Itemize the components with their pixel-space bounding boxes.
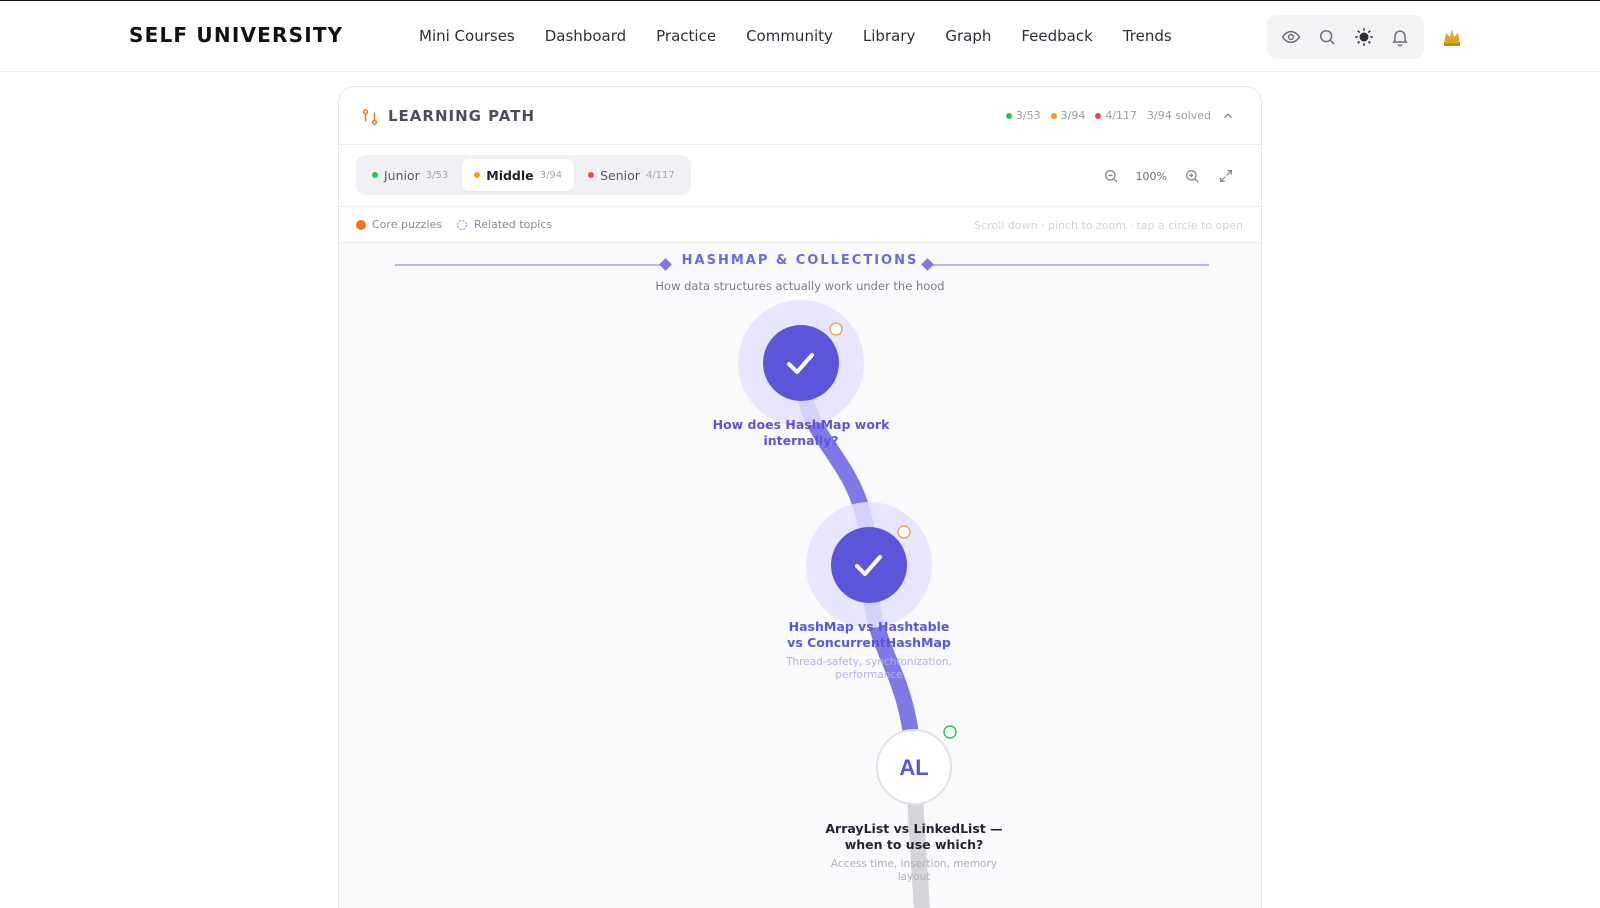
node-1-circle[interactable] xyxy=(763,325,839,401)
user-avatar-icon[interactable] xyxy=(1438,23,1466,51)
interaction-hint: Scroll down · pinch to zoom · tap a circ… xyxy=(974,219,1243,232)
learning-path-panel: LEARNING PATH 3/53 3/94 4/117 3/94 solve… xyxy=(338,86,1262,908)
top-bar: SELF UNIVERSITY Mini Courses Dashboard P… xyxy=(0,0,1600,72)
eye-icon[interactable] xyxy=(1278,24,1304,50)
stat-middle: 3/94 xyxy=(1050,109,1085,122)
node-3-indicator xyxy=(943,725,957,739)
search-icon[interactable] xyxy=(1314,24,1340,50)
level-bar: Junior 3/53 Middle 3/94 Senior 4/117 100% xyxy=(339,145,1261,207)
zoom-out-icon[interactable] xyxy=(1102,167,1120,185)
section-title: HASHMAP & COLLECTIONS xyxy=(681,253,919,268)
zoom-controls: 100% xyxy=(1102,167,1235,185)
path-graphic: AL xyxy=(395,258,1209,908)
nav-dashboard[interactable]: Dashboard xyxy=(545,27,626,47)
node-2-indicator xyxy=(897,525,911,539)
level-middle[interactable]: Middle 3/94 xyxy=(462,159,575,191)
nav-practice[interactable]: Practice xyxy=(656,27,716,47)
panel-header: LEARNING PATH 3/53 3/94 4/117 3/94 solve… xyxy=(339,87,1261,145)
panel-stats: 3/53 3/94 4/117 3/94 solved xyxy=(1005,109,1211,122)
zoom-level: 100% xyxy=(1135,169,1167,183)
level-selector: Junior 3/53 Middle 3/94 Senior 4/117 xyxy=(356,155,691,195)
node-3-desc: Access time, insertion, memory layout xyxy=(830,858,998,883)
bell-icon[interactable] xyxy=(1387,24,1413,50)
stat-junior: 3/53 xyxy=(1005,109,1041,122)
node-2-circle[interactable] xyxy=(831,527,907,603)
nav-feedback[interactable]: Feedback xyxy=(1021,27,1092,47)
legend-bar: Core puzzles Related topics Scroll down … xyxy=(339,207,1261,243)
node-2-title[interactable]: HashMap vs Hashtable vs ConcurrentHashMa… xyxy=(779,619,959,651)
expand-icon[interactable] xyxy=(1217,167,1235,185)
node-2-desc: Thread-safety, synchronization, performa… xyxy=(786,656,952,681)
legend-core: Core puzzles xyxy=(356,218,442,231)
sun-icon[interactable] xyxy=(1351,24,1377,50)
route-icon xyxy=(362,109,378,125)
nav-library[interactable]: Library xyxy=(863,27,915,47)
nav-graph[interactable]: Graph xyxy=(945,27,991,47)
level-senior[interactable]: Senior 4/117 xyxy=(576,159,687,191)
nav-trends[interactable]: Trends xyxy=(1123,27,1172,47)
section-subtitle: How data structures actually work under … xyxy=(655,279,945,293)
node-1-title[interactable]: How does HashMap work internally? xyxy=(711,417,891,449)
panel-title: LEARNING PATH xyxy=(388,107,536,125)
stat-senior: 4/117 xyxy=(1095,109,1137,122)
dashed-circle-icon xyxy=(456,219,468,230)
node-3-title[interactable]: ArrayList vs LinkedList — when to use wh… xyxy=(824,821,1004,853)
toolbar-group xyxy=(1267,15,1424,59)
level-junior[interactable]: Junior 3/53 xyxy=(360,159,460,191)
nav-mini-courses[interactable]: Mini Courses xyxy=(419,27,515,47)
main-nav: Mini Courses Dashboard Practice Communit… xyxy=(419,27,1172,47)
node-1-indicator xyxy=(829,322,843,336)
zoom-in-icon[interactable] xyxy=(1183,167,1201,185)
brand-logo[interactable]: SELF UNIVERSITY xyxy=(129,23,343,47)
node-3-badge: AL xyxy=(899,755,928,780)
legend-related: Related topics xyxy=(456,218,552,231)
solved-count: 3/94 solved xyxy=(1147,109,1211,122)
path-canvas[interactable]: AL HASHMAP & COLLECTIONS How data struct… xyxy=(339,243,1261,908)
chevron-up-icon[interactable] xyxy=(1221,109,1235,123)
nav-community[interactable]: Community xyxy=(746,27,833,47)
